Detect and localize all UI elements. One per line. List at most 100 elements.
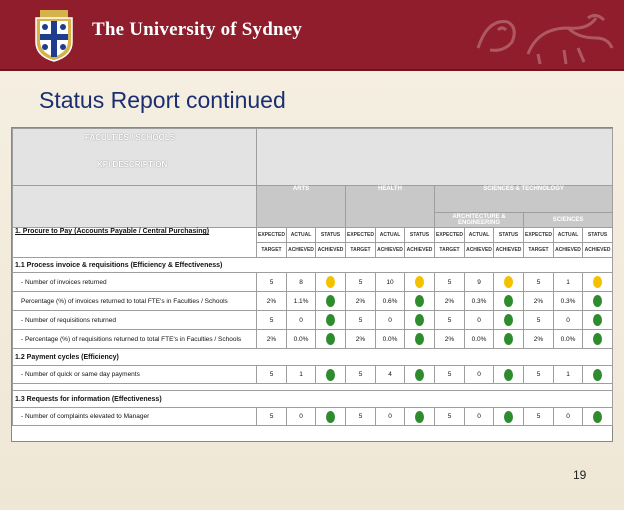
status-cell [581, 407, 614, 426]
actual-achieved-cell: 0.0% [464, 329, 494, 349]
actual-achieved-cell: 0.3% [464, 291, 494, 311]
status-cell [404, 272, 435, 292]
col-label: ACTUAL [553, 227, 583, 243]
expected-target-cell: 2% [523, 291, 554, 311]
status-report-table: FACULTIES / SCHOOLS KPI DESCRIPTION ARTS… [11, 127, 614, 442]
status-cell [493, 310, 524, 330]
expected-target-cell: 2% [256, 329, 287, 349]
faculty-sciences-technology: SCIENCES & TECHNOLOGY [433, 185, 614, 213]
actual-achieved-cell: 0 [553, 310, 583, 330]
green-status-dot-icon [415, 333, 424, 345]
expected-target-cell: 5 [256, 272, 287, 292]
status-cell [315, 272, 346, 292]
actual-achieved-cell: 0 [375, 407, 405, 426]
actual-achieved-cell: 1 [553, 272, 583, 292]
faculty-header-area [255, 128, 614, 186]
expected-target-cell: 5 [523, 310, 554, 330]
actual-achieved-cell: 8 [286, 272, 316, 292]
col-label: TARGET [256, 242, 287, 258]
header-banner: The University of Sydney [0, 0, 624, 71]
actual-achieved-cell: 0.3% [553, 291, 583, 311]
expected-target-cell: 5 [523, 407, 554, 426]
actual-achieved-cell: 0 [464, 407, 494, 426]
green-status-dot-icon [415, 368, 424, 381]
expected-target-cell: 2% [256, 291, 287, 311]
university-crest-icon [35, 10, 73, 62]
green-status-dot-icon [593, 333, 603, 345]
col-label: TARGET [345, 242, 376, 258]
kpi-label: - Percentage (%) of requisitions returne… [12, 329, 257, 349]
expected-target-cell: 2% [434, 291, 465, 311]
green-status-dot-icon [326, 314, 335, 326]
expected-target-cell: 5 [434, 272, 465, 292]
expected-target-cell: 5 [345, 407, 376, 426]
green-status-dot-icon [593, 368, 603, 381]
status-cell [581, 329, 614, 349]
amber-status-dot-icon [326, 276, 335, 288]
kpi-label: - Number of requisitions returned [12, 310, 257, 330]
col-label: ACTUAL [464, 227, 494, 243]
col-label: EXPECTED [256, 227, 287, 243]
col-label: TARGET [523, 242, 554, 258]
col-label: ACHIEVED [286, 242, 316, 258]
col-label: ACTUAL [286, 227, 316, 243]
green-status-dot-icon [415, 410, 424, 423]
slide: The University of Sydney Status Report c… [0, 0, 624, 510]
col-label: STATUS [315, 227, 346, 243]
header-spacer [12, 185, 257, 228]
actual-achieved-cell: 0.0% [286, 329, 316, 349]
actual-achieved-cell: 0 [286, 407, 316, 426]
expected-target-cell: 5 [345, 310, 376, 330]
lion-emblem-icon [476, 13, 614, 65]
col-label: ACHIEVED [464, 242, 494, 258]
page-number: 19 [573, 468, 587, 482]
green-status-dot-icon [504, 333, 513, 345]
table-row: - Number of complaints elevated to Manag… [12, 407, 614, 426]
actual-achieved-cell: 0.0% [553, 329, 583, 349]
col-label: ACHIEVED [553, 242, 583, 258]
section-procure-to-pay: 1. Procure to Pay (Accounts Payable / Ce… [12, 227, 257, 258]
green-status-dot-icon [504, 295, 513, 307]
actual-achieved-cell: 0.6% [375, 291, 405, 311]
amber-status-dot-icon [415, 276, 424, 288]
expected-target-cell: 5 [523, 365, 554, 384]
col-label: ACHIEVED [581, 242, 614, 258]
status-cell [581, 365, 614, 384]
kpi-label: - Number of quick or same day payments [12, 365, 257, 384]
expected-target-cell: 2% [523, 329, 554, 349]
green-status-dot-icon [504, 314, 513, 326]
subsection-process-invoice: 1.1 Process invoice & requisitions (Effi… [11, 257, 614, 273]
status-cell [581, 291, 614, 311]
amber-status-dot-icon [504, 276, 513, 288]
status-cell [404, 407, 435, 426]
spacer-row [11, 383, 614, 391]
actual-achieved-cell: 1 [553, 365, 583, 384]
status-cell [404, 329, 435, 349]
green-status-dot-icon [504, 410, 513, 423]
status-cell [315, 291, 346, 311]
page-title: Status Report continued [39, 87, 286, 113]
status-cell [315, 407, 346, 426]
green-status-dot-icon [326, 333, 335, 345]
subsection-payment-cycles: 1.2 Payment cycles (Efficiency) [11, 348, 614, 366]
subfaculty-architecture-engineering: ARCHITECTURE & ENGINEERING [434, 212, 524, 228]
actual-achieved-cell: 10 [375, 272, 405, 292]
expected-target-cell: 5 [345, 365, 376, 384]
status-cell [404, 365, 435, 384]
university-name: The University of Sydney [92, 19, 303, 40]
kpi-label: - Number of complaints elevated to Manag… [12, 407, 257, 426]
expected-target-cell: 5 [256, 310, 287, 330]
header-cell: FACULTIES / SCHOOLS KPI DESCRIPTION [12, 128, 257, 186]
green-status-dot-icon [326, 368, 335, 381]
table-row: - Number of requisitions returned 5 0 5 0 5 0 5… [12, 310, 614, 330]
green-status-dot-icon [593, 314, 603, 326]
table-row: - Number of invoices returned 5 8 5 10 5 9 5 1 [12, 272, 614, 292]
col-label: ACHIEVED [375, 242, 405, 258]
faculty-health: HEALTH [345, 185, 435, 228]
col-label: ACHIEVED [404, 242, 435, 258]
status-cell [404, 310, 435, 330]
actual-achieved-cell: 1 [286, 365, 316, 384]
kpi-label: Percentage (%) of invoices returned to t… [12, 291, 257, 311]
expected-target-cell: 5 [434, 365, 465, 384]
actual-achieved-cell: 0 [375, 310, 405, 330]
